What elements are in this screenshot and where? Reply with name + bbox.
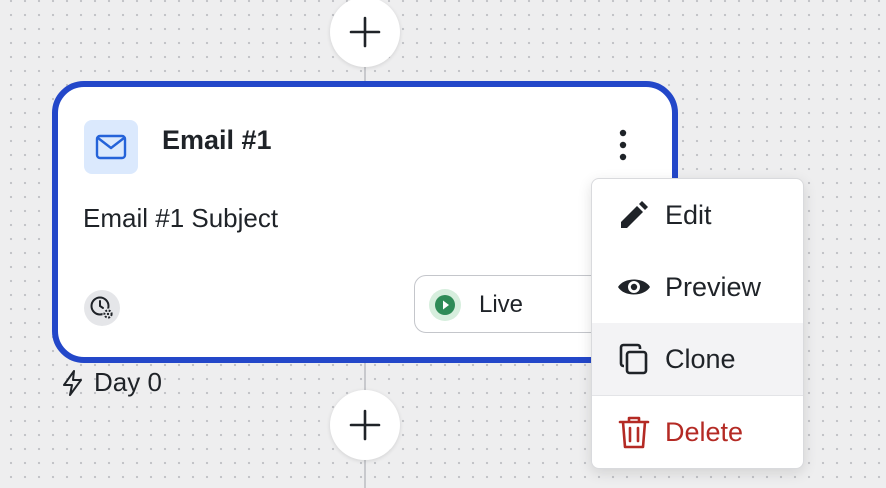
- trigger-day-text: Day 0: [94, 367, 162, 397]
- add-step-button-top[interactable]: [330, 0, 400, 67]
- add-step-button-bottom[interactable]: [330, 390, 400, 460]
- play-icon: [435, 295, 455, 315]
- status-indicator: [429, 289, 461, 321]
- clock-settings-icon: [90, 296, 114, 320]
- pencil-icon: [616, 197, 652, 233]
- plus-icon: [349, 16, 381, 48]
- kebab-menu-icon: [619, 129, 627, 161]
- trash-icon: [616, 414, 652, 450]
- schedule-settings-button[interactable]: [84, 290, 120, 326]
- menu-item-preview-label: Preview: [665, 271, 762, 302]
- card-title: Email #1: [162, 125, 272, 155]
- more-options-button[interactable]: [606, 123, 640, 167]
- eye-icon: [616, 269, 652, 305]
- connector-line-middle: [364, 362, 366, 392]
- card-context-menu: Edit Preview Clone Delete: [591, 178, 804, 469]
- menu-item-edit[interactable]: Edit: [592, 179, 803, 251]
- menu-item-preview[interactable]: Preview: [592, 251, 803, 323]
- connector-line-bottom: [364, 458, 366, 488]
- email-step-card[interactable]: Email #1 Email #1 Subject Live: [52, 81, 678, 363]
- plus-icon: [349, 409, 381, 441]
- menu-item-edit-label: Edit: [665, 199, 712, 230]
- copy-icon: [616, 341, 652, 377]
- menu-item-clone[interactable]: Clone: [592, 323, 803, 395]
- menu-item-clone-label: Clone: [665, 343, 736, 374]
- trigger-delay-label: Day 0: [60, 367, 162, 398]
- status-dropdown[interactable]: Live: [414, 275, 614, 333]
- status-label: Live: [479, 291, 524, 318]
- lightning-icon: [63, 369, 82, 396]
- menu-item-delete-label: Delete: [665, 416, 744, 447]
- mail-icon: [95, 134, 127, 160]
- email-type-badge: [84, 120, 138, 174]
- menu-item-delete[interactable]: Delete: [592, 396, 803, 468]
- email-subject: Email #1 Subject: [83, 203, 279, 233]
